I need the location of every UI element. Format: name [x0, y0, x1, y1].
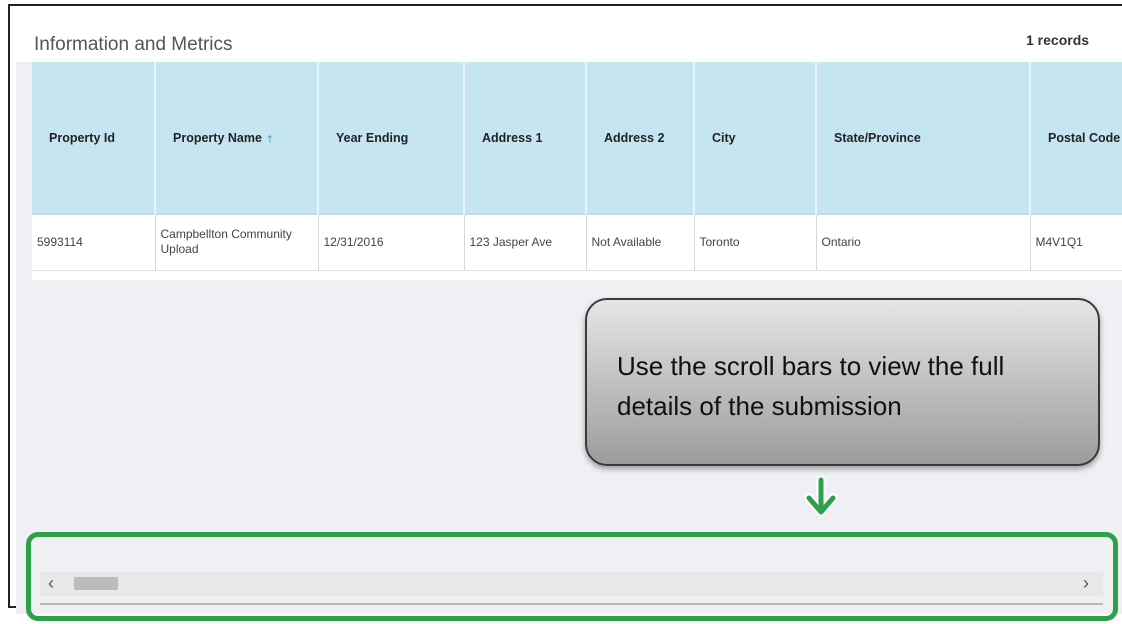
scrollbar-track-border — [40, 603, 1103, 605]
cell-property-name: Campbellton Community Upload — [155, 213, 319, 271]
column-header-postal-code[interactable]: Postal Code — [1030, 62, 1122, 214]
cell-state-province: Ontario — [816, 213, 1031, 271]
frame-border-top — [8, 4, 1122, 6]
cell-city: Toronto — [694, 213, 817, 271]
cell-address-1: 123 Jasper Ave — [464, 213, 587, 271]
cell-year-ending: 12/31/2016 — [318, 213, 465, 271]
column-header-city[interactable]: City — [694, 62, 817, 214]
column-header-year-ending[interactable]: Year Ending — [318, 62, 465, 214]
arrow-down-icon — [804, 476, 838, 517]
cell-address-2: Not Available — [586, 213, 695, 271]
column-header-state-province[interactable]: State/Province — [816, 62, 1031, 214]
scrollbar-thumb[interactable] — [74, 577, 118, 590]
table-row[interactable]: 5993114 Campbellton Community Upload 12/… — [32, 213, 1122, 271]
panel-title: Information and Metrics — [34, 34, 233, 55]
table-viewport: Property Id Property Name ⇡ Year Ending A… — [32, 62, 1122, 280]
column-header-address-1[interactable]: Address 1 — [464, 62, 587, 214]
column-header-property-id[interactable]: Property Id — [32, 62, 156, 214]
column-header-property-name[interactable]: Property Name ⇡ — [155, 62, 319, 214]
records-count: 1 records — [1026, 32, 1090, 48]
sort-ascending-icon[interactable]: ⇡ — [266, 134, 274, 144]
panel-header: Information and Metrics 1 records — [16, 10, 1122, 62]
table-header-row: Property Id Property Name ⇡ Year Ending A… — [32, 62, 1122, 214]
cell-property-id: 5993114 — [32, 213, 156, 271]
callout-text: Use the scroll bars to view the full det… — [617, 351, 1005, 421]
metrics-table: Property Id Property Name ⇡ Year Ending A… — [32, 62, 1122, 271]
instruction-callout: Use the scroll bars to view the full det… — [585, 298, 1100, 466]
horizontal-scrollbar[interactable]: ‹ › — [40, 572, 1103, 596]
cell-postal-code: M4V1Q1 — [1030, 213, 1122, 271]
frame-border-left — [8, 4, 10, 608]
chevron-right-icon[interactable]: › — [1083, 573, 1089, 594]
column-header-address-2[interactable]: Address 2 — [586, 62, 695, 214]
chevron-left-icon[interactable]: ‹ — [48, 573, 54, 594]
